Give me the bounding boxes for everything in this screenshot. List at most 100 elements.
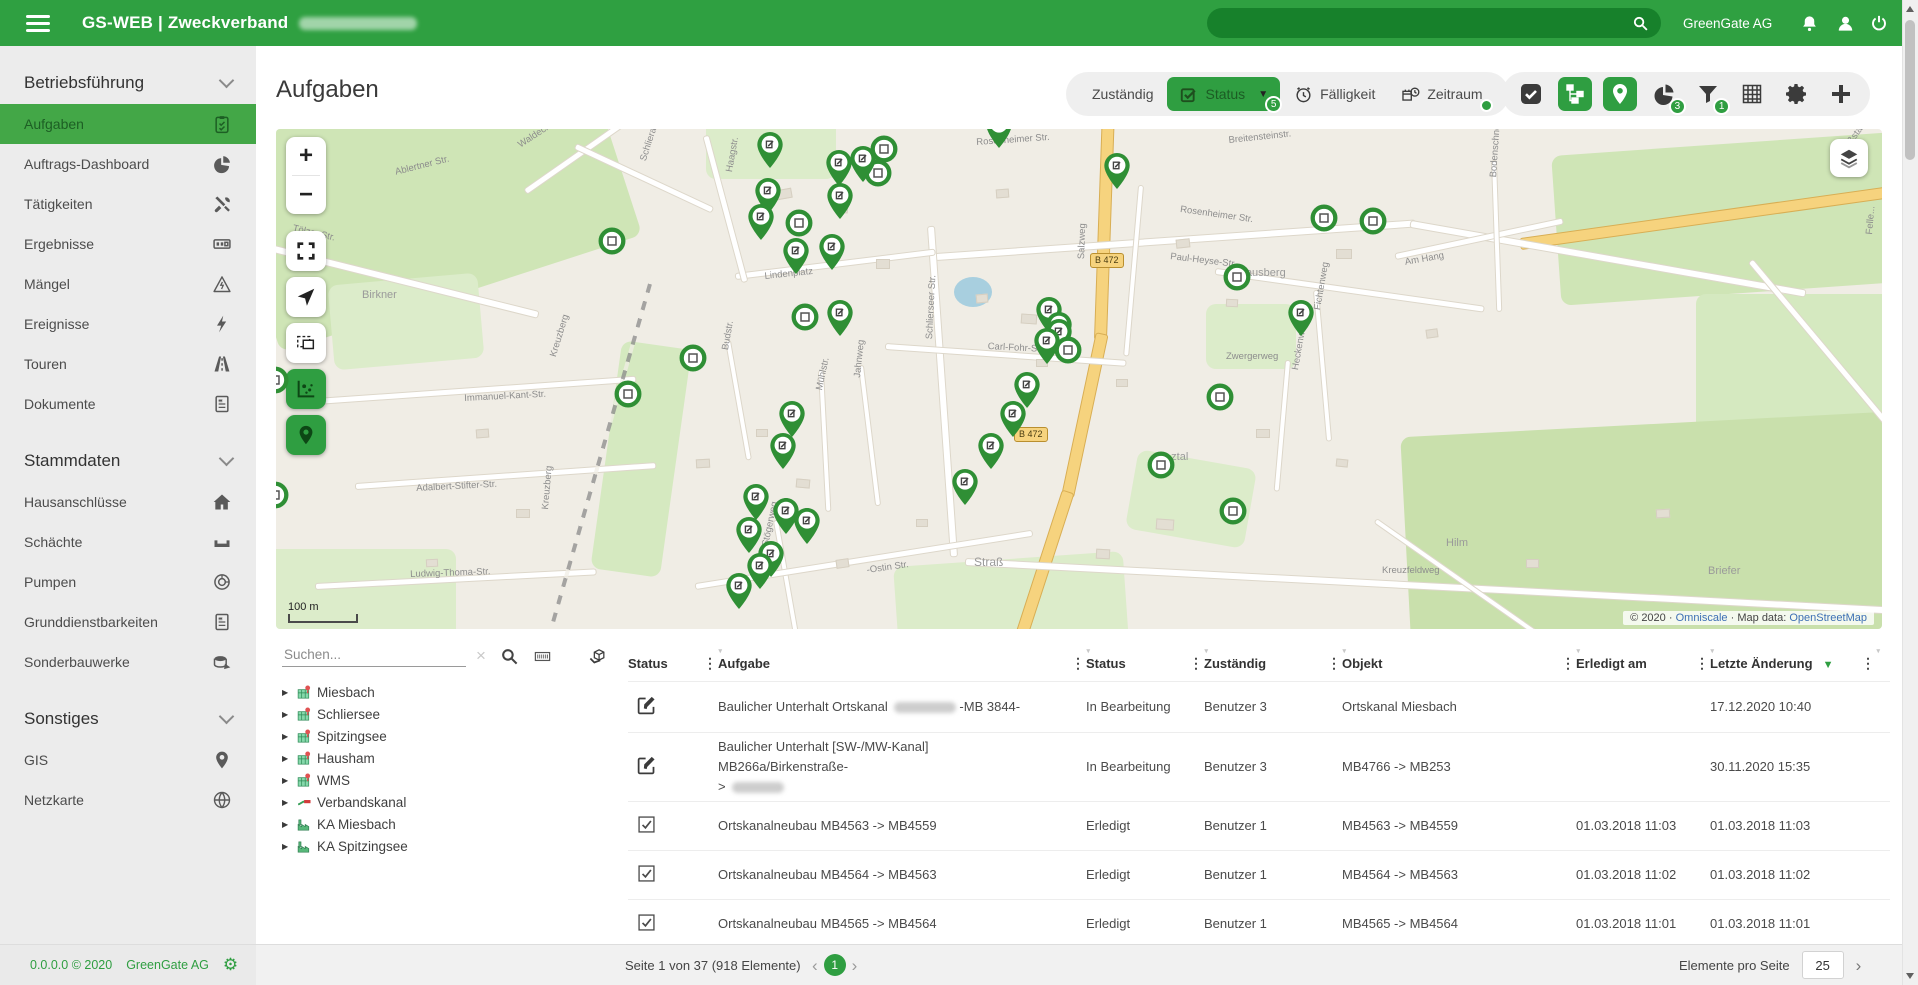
select-tasks-button[interactable]	[1514, 77, 1548, 111]
sidebar-item-ereignisse[interactable]: Ereignisse	[0, 304, 256, 344]
sidebar-item-sonderbauwerke[interactable]: Sonderbauwerke	[0, 642, 256, 682]
tree-item-wms[interactable]: ▶WMS	[282, 769, 620, 791]
column-header-erledigt-am[interactable]: Erledigt am	[1576, 656, 1694, 671]
task-pin-marker[interactable]	[1103, 152, 1131, 190]
sidebar-section-stammdaten[interactable]: Stammdaten	[0, 440, 256, 482]
column-header-zustandig[interactable]: Zuständig	[1204, 656, 1326, 671]
tree-item-ka-spitzingsee[interactable]: ▶KA Spitzingsee	[282, 835, 620, 857]
filter-zeitraum[interactable]: Zeitraum	[1389, 72, 1494, 116]
sidebar-item-hausanschlusse[interactable]: Hausanschlüsse	[0, 482, 256, 522]
task-pin-marker[interactable]	[756, 131, 784, 169]
scrollbar-thumb[interactable]	[1905, 20, 1915, 160]
task-pin-marker[interactable]	[747, 203, 775, 241]
filter-falligkeit[interactable]: Fälligkeit	[1282, 72, 1387, 116]
zoom-in-button[interactable]: +	[286, 137, 326, 175]
sidebar-item-gis[interactable]: GIS	[0, 740, 256, 780]
scroll-up-arrow-icon[interactable]	[1906, 6, 1914, 12]
task-point-marker[interactable]	[679, 344, 707, 372]
prev-page-chevron-icon[interactable]: ‹	[812, 957, 818, 974]
task-pin-marker[interactable]	[826, 299, 854, 337]
tree-search-icon[interactable]	[500, 647, 519, 666]
task-pin-marker[interactable]	[1033, 327, 1061, 365]
map-canvas[interactable]: + − 100 m © 2020 · Omniscale · Map data:…	[276, 129, 1882, 629]
task-pin-marker[interactable]	[782, 237, 810, 275]
table-row[interactable]: Baulicher Unterhalt [SW-/MW-Kanal] MB266…	[628, 732, 1890, 801]
column-menu-kebab-icon[interactable]: ⋮	[702, 655, 718, 672]
task-point-marker[interactable]	[1359, 207, 1387, 235]
expand-arrow-icon[interactable]: ▶	[282, 842, 296, 851]
expand-arrow-icon[interactable]: ▶	[282, 688, 296, 697]
sidebar-item-grunddienstbarkeiten[interactable]: Grunddienstbarkeiten	[0, 602, 256, 642]
task-point-marker[interactable]	[614, 380, 642, 408]
pin-toggle-button[interactable]	[286, 415, 326, 455]
global-search-input[interactable]	[1207, 8, 1661, 38]
sidebar-item-ergebnisse[interactable]: Ergebnisse	[0, 224, 256, 264]
sidebar-section-sonstiges[interactable]: Sonstiges	[0, 698, 256, 740]
task-pin-marker[interactable]	[951, 468, 979, 506]
expand-arrow-icon[interactable]: ▶	[282, 732, 296, 741]
search-icon[interactable]	[1632, 15, 1649, 32]
omniscale-link[interactable]: Omniscale	[1676, 612, 1728, 624]
column-menu-kebab-icon[interactable]: ⋮	[1326, 655, 1342, 672]
select-area-button[interactable]	[286, 323, 326, 363]
footer-settings-gear-icon[interactable]: ⚙	[223, 955, 238, 975]
layers-button[interactable]	[1830, 139, 1868, 177]
add-button[interactable]	[1824, 77, 1858, 111]
current-page-button[interactable]: 1	[824, 954, 846, 976]
logout-power-icon[interactable]	[1870, 0, 1888, 46]
map-view-button[interactable]	[1603, 77, 1637, 111]
sidebar-item-aufgaben[interactable]: Aufgaben	[0, 104, 256, 144]
filter-button[interactable]: 1	[1691, 77, 1725, 111]
column-menu-kebab-icon[interactable]: ⋮	[1188, 655, 1204, 672]
fullscreen-button[interactable]	[286, 231, 326, 271]
sidebar-item-mangel[interactable]: Mängel	[0, 264, 256, 304]
table-row[interactable]: Ortskanalneubau MB4563 -> MB4559Erledigt…	[628, 801, 1890, 850]
task-point-marker[interactable]	[1310, 204, 1338, 232]
page-size-chevron-icon[interactable]: ›	[1856, 957, 1862, 974]
column-menu-kebab-icon[interactable]: ⋮	[1070, 655, 1086, 672]
zoom-out-button[interactable]: −	[286, 176, 326, 214]
sidebar-item-dokumente[interactable]: Dokumente	[0, 384, 256, 424]
sidebar-item-netzkarte[interactable]: Netzkarte	[0, 780, 256, 820]
task-pin-marker[interactable]	[769, 432, 797, 470]
column-header-letzte-anderung[interactable]: Letzte Änderung▼	[1710, 656, 1860, 671]
sidebar-item-touren[interactable]: Touren	[0, 344, 256, 384]
settings-button[interactable]	[1780, 77, 1814, 111]
notifications-bell-icon[interactable]	[1800, 0, 1819, 46]
page-size-select[interactable]: 25	[1802, 951, 1844, 979]
tree-item-schliersee[interactable]: ▶Schliersee	[282, 703, 620, 725]
openstreetmap-link[interactable]: OpenStreetMap	[1789, 612, 1867, 624]
filter-status[interactable]: Status▼5	[1167, 77, 1280, 111]
expand-arrow-icon[interactable]: ▶	[282, 820, 296, 829]
task-pin-marker[interactable]	[793, 507, 821, 545]
vertical-scrollbar[interactable]	[1902, 0, 1918, 985]
tree-item-spitzingsee[interactable]: ▶Spitzingsee	[282, 725, 620, 747]
column-header-status[interactable]: Status	[628, 656, 702, 671]
next-page-chevron-icon[interactable]: ›	[852, 957, 858, 974]
sidebar-item-auftrags-dashboard[interactable]: Auftrags-Dashboard	[0, 144, 256, 184]
table-row[interactable]: Baulicher Unterhalt Ortskanal -MB 3844-I…	[628, 681, 1890, 732]
chart-view-button[interactable]: 3	[1647, 77, 1681, 111]
scroll-down-arrow-icon[interactable]	[1906, 973, 1914, 979]
task-pin-marker[interactable]	[1287, 299, 1315, 337]
tree-view-button[interactable]	[1558, 77, 1592, 111]
task-point-marker[interactable]	[598, 227, 626, 255]
task-pin-marker[interactable]	[826, 182, 854, 220]
column-menu-kebab-icon[interactable]: ⋮	[1560, 655, 1576, 672]
column-header-aufgabe[interactable]: Aufgabe	[718, 656, 1070, 671]
hamburger-menu-icon[interactable]	[26, 15, 50, 32]
user-profile-icon[interactable]	[1836, 0, 1855, 46]
task-point-marker[interactable]	[785, 209, 813, 237]
task-pin-marker[interactable]	[818, 233, 846, 271]
clear-search-icon[interactable]: ×	[476, 646, 486, 666]
tree-item-miesbach[interactable]: ▶Miesbach	[282, 681, 620, 703]
column-menu-kebab-icon[interactable]: ⋮	[1860, 655, 1876, 672]
3d-view-cube-icon[interactable]	[588, 647, 607, 666]
table-view-button[interactable]	[1735, 77, 1769, 111]
tree-item-hausham[interactable]: ▶Hausham	[282, 747, 620, 769]
tree-item-ka-miesbach[interactable]: ▶KA Miesbach	[282, 813, 620, 835]
sidebar-item-tatigkeiten[interactable]: Tätigkeiten	[0, 184, 256, 224]
legend-barcode-icon[interactable]	[533, 647, 552, 666]
table-row[interactable]: Ortskanalneubau MB4564 -> MB4563Erledigt…	[628, 850, 1890, 899]
expand-arrow-icon[interactable]: ▶	[282, 798, 296, 807]
